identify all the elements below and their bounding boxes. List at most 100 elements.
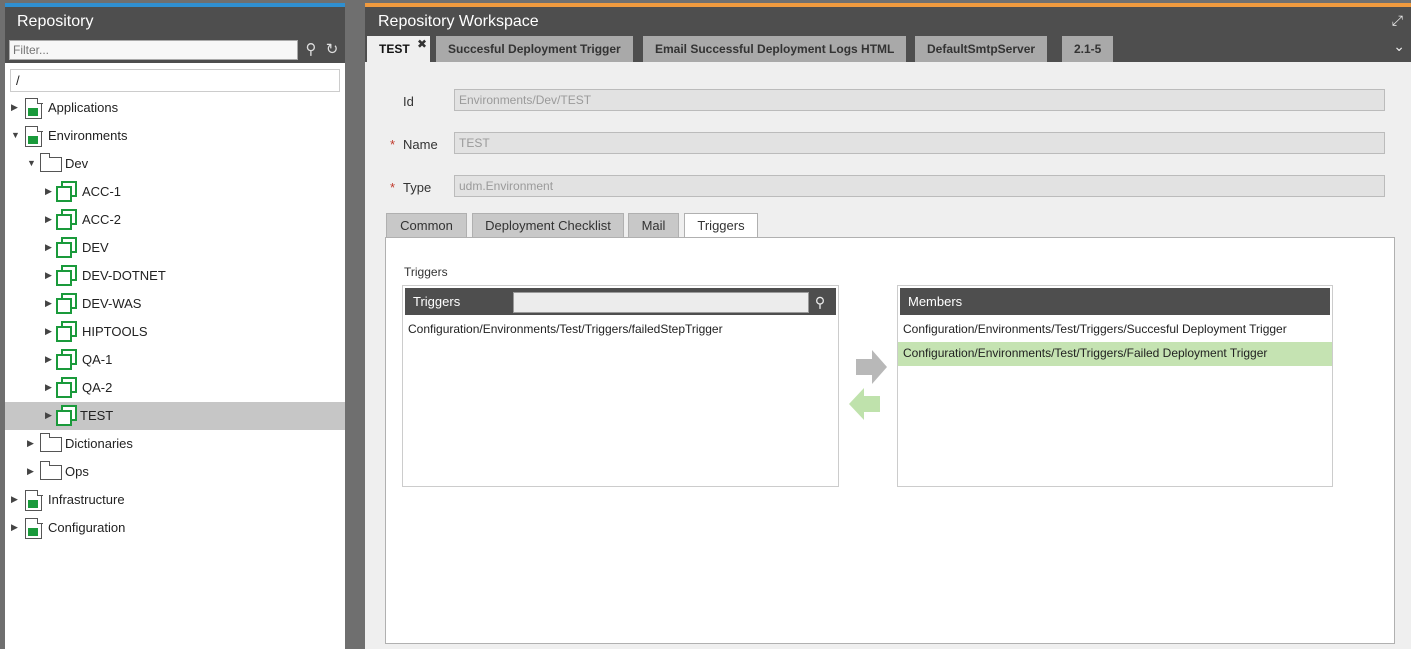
members-list: Members Configuration/Environments/Test/… xyxy=(897,285,1333,487)
add-arrow-icon[interactable] xyxy=(856,350,887,384)
environment-icon xyxy=(56,237,78,259)
tree-node-configuration[interactable]: ▶ Configuration xyxy=(5,514,345,542)
document-icon xyxy=(25,489,43,511)
expand-arrow-icon[interactable]: ▶ xyxy=(45,214,55,224)
repository-tree: ▶ Applications ▼ Environments ▼ Dev ▶ AC… xyxy=(5,94,345,542)
document-icon xyxy=(25,125,43,147)
tree-node-qa-1[interactable]: ▶ QA-1 xyxy=(5,346,345,374)
environment-icon xyxy=(56,405,78,427)
environment-icon xyxy=(56,181,78,203)
list-item[interactable]: Configuration/Environments/Test/Triggers… xyxy=(898,318,1332,342)
subtab-mail[interactable]: Mail xyxy=(628,213,679,238)
tree-node-label: QA-2 xyxy=(82,380,113,395)
subtab-triggers[interactable]: Triggers xyxy=(684,213,758,239)
tree-node-label: DEV xyxy=(82,240,109,255)
name-label: Name xyxy=(403,137,438,152)
expand-arrow-icon[interactable]: ▶ xyxy=(27,438,37,448)
tab-test[interactable]: TEST ✖ xyxy=(367,36,430,62)
tree-node-dev-dotnet[interactable]: ▶ DEV-DOTNET xyxy=(5,262,345,290)
expand-arrow-icon[interactable]: ▶ xyxy=(11,102,21,112)
tree-node-label: Configuration xyxy=(48,520,126,535)
tree-node-acc-1[interactable]: ▶ ACC-1 xyxy=(5,178,345,206)
tab-email-successful-deployment-logs[interactable]: Email Successful Deployment Logs HTML xyxy=(643,36,907,62)
expand-arrow-icon[interactable]: ▶ xyxy=(45,354,55,364)
available-triggers-list: Triggers ⚲ Configuration/Environments/Te… xyxy=(402,285,839,487)
environment-icon xyxy=(56,265,78,287)
field-name: * Name xyxy=(365,132,1411,162)
expand-arrow-icon[interactable]: ▶ xyxy=(45,242,55,252)
path-field[interactable]: / xyxy=(10,69,340,92)
tree-node-label: ACC-1 xyxy=(82,184,122,199)
list-item[interactable]: Configuration/Environments/Test/Triggers… xyxy=(403,318,838,342)
environment-icon xyxy=(56,377,78,399)
subtab-deployment-checklist[interactable]: Deployment Checklist xyxy=(472,213,624,238)
tab-default-smtp-server[interactable]: DefaultSmtpServer xyxy=(915,36,1048,62)
tree-node-ops[interactable]: ▶ Ops xyxy=(5,458,345,486)
tab-version[interactable]: 2.1-5 xyxy=(1062,36,1114,62)
tree-node-label: DEV-DOTNET xyxy=(82,268,166,283)
expand-arrow-icon[interactable]: ▶ xyxy=(11,522,21,532)
expand-arrow-icon[interactable]: ▶ xyxy=(45,186,55,196)
tree-node-label: Applications xyxy=(48,100,119,115)
tree-node-dev-env[interactable]: ▶ DEV xyxy=(5,234,345,262)
workspace-title: Repository Workspace xyxy=(378,13,539,30)
tree-node-dev-was[interactable]: ▶ DEV-WAS xyxy=(5,290,345,318)
expand-arrow-icon[interactable]: ▶ xyxy=(45,410,55,420)
filter-row: ⚲ ↻ xyxy=(5,35,345,63)
tree-node-acc-2[interactable]: ▶ ACC-2 xyxy=(5,206,345,234)
tab-label: TEST xyxy=(379,42,410,56)
available-list-header: Triggers ⚲ xyxy=(405,288,836,315)
expand-arrow-icon[interactable]: ▶ xyxy=(11,494,21,504)
document-icon xyxy=(25,97,43,119)
tree-node-environments[interactable]: ▼ Environments xyxy=(5,122,345,150)
tree-node-hiptools[interactable]: ▶ HIPTOOLS xyxy=(5,318,345,346)
tree-node-label: QA-1 xyxy=(82,352,113,367)
expand-arrow-icon[interactable]: ▶ xyxy=(45,298,55,308)
list-item-selected[interactable]: Configuration/Environments/Test/Triggers… xyxy=(898,342,1332,366)
tree-node-label: HIPTOOLS xyxy=(82,324,148,339)
tab-succesful-deployment-trigger[interactable]: Succesful Deployment Trigger xyxy=(436,36,633,62)
search-icon[interactable]: ⚲ xyxy=(810,292,830,312)
environment-icon xyxy=(56,321,78,343)
tree-node-label: Dev xyxy=(65,156,89,171)
tree-node-test[interactable]: ▶ TEST xyxy=(5,402,345,430)
type-input[interactable] xyxy=(454,175,1385,197)
tree-node-qa-2[interactable]: ▶ QA-2 xyxy=(5,374,345,402)
expand-arrow-icon[interactable]: ▶ xyxy=(45,382,55,392)
tree-node-label: ACC-2 xyxy=(82,212,122,227)
collapse-arrow-icon[interactable]: ▼ xyxy=(27,158,37,168)
expand-arrow-icon[interactable]: ▶ xyxy=(45,270,55,280)
tree-node-infrastructure[interactable]: ▶ Infrastructure xyxy=(5,486,345,514)
tree-node-label: TEST xyxy=(80,408,114,423)
tree-node-applications[interactable]: ▶ Applications xyxy=(5,94,345,122)
triggers-search-input[interactable] xyxy=(513,292,809,313)
name-input[interactable] xyxy=(454,132,1385,154)
tree-node-dictionaries[interactable]: ▶ Dictionaries xyxy=(5,430,345,458)
id-input[interactable] xyxy=(454,89,1385,111)
tree-node-dev[interactable]: ▼ Dev xyxy=(5,150,345,178)
search-icon[interactable]: ⚲ xyxy=(302,41,320,59)
remove-arrow-icon[interactable] xyxy=(849,388,880,420)
expand-arrow-icon[interactable]: ▶ xyxy=(45,326,55,336)
maximize-icon[interactable]: ⤢ xyxy=(1392,12,1403,29)
subtab-common[interactable]: Common xyxy=(386,213,467,238)
tree-node-label: Environments xyxy=(48,128,128,143)
field-type: * Type xyxy=(365,175,1411,205)
triggers-section-label: Triggers xyxy=(404,265,448,279)
repository-panel: Repository ⚲ ↻ / ▶ Applications ▼ Enviro… xyxy=(5,3,345,649)
folder-icon xyxy=(39,433,62,452)
tree-node-label: DEV-WAS xyxy=(82,296,142,311)
close-tab-icon[interactable]: ✖ xyxy=(417,37,427,51)
filter-input[interactable] xyxy=(9,40,298,60)
expand-arrow-icon[interactable]: ▶ xyxy=(27,466,37,476)
document-icon xyxy=(25,517,43,539)
refresh-icon[interactable]: ↻ xyxy=(323,41,341,59)
required-marker: * xyxy=(390,137,396,152)
collapse-arrow-icon[interactable]: ▼ xyxy=(11,130,21,140)
field-id: Id xyxy=(365,89,1411,119)
tree-node-label: Dictionaries xyxy=(65,436,133,451)
workspace-header: Repository Workspace ⤢ xyxy=(365,7,1411,34)
chevron-down-icon[interactable]: ⌄ xyxy=(1393,38,1405,55)
tree-node-label: Infrastructure xyxy=(48,492,125,507)
triggers-panel: Triggers Triggers ⚲ Configuration/Enviro… xyxy=(385,237,1395,644)
